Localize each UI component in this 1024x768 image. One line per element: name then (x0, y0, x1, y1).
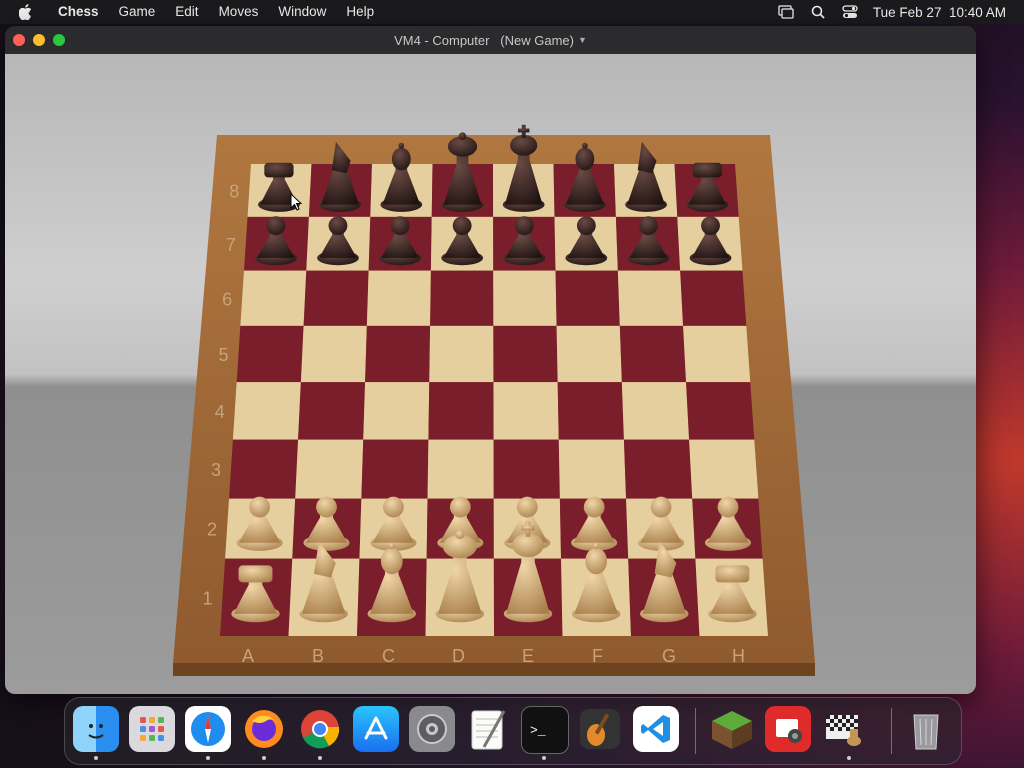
board-square[interactable] (556, 325, 622, 383)
board-square[interactable] (229, 439, 299, 499)
board-square[interactable] (557, 382, 624, 440)
board-square[interactable] (623, 439, 693, 499)
running-indicator (318, 756, 322, 760)
rank-label: 2 (207, 520, 217, 540)
rank-label: 8 (229, 181, 239, 201)
chess-icon[interactable] (821, 706, 867, 752)
chess-window: VM4 - Computer (New Game) ▼ 8 7 6 5 4 3 … (5, 26, 976, 694)
file-label: G (662, 646, 676, 666)
chevron-down-icon[interactable]: ▼ (578, 35, 587, 45)
dock: >_ (64, 697, 962, 765)
minecraft-icon[interactable] (709, 706, 755, 752)
dock-separator (891, 708, 892, 754)
menu-edit[interactable]: Edit (165, 0, 208, 24)
menu-help[interactable]: Help (336, 0, 384, 24)
running-indicator (206, 756, 210, 760)
textedit-icon[interactable] (465, 706, 511, 752)
terminal-icon[interactable]: >_ (521, 706, 569, 754)
launchpad-icon[interactable] (129, 706, 175, 752)
finder-icon[interactable] (73, 706, 119, 752)
board-square[interactable] (361, 439, 429, 499)
board-square[interactable] (621, 382, 690, 440)
board-square[interactable] (680, 270, 747, 326)
rank-label: 7 (226, 235, 236, 255)
app-store-icon[interactable] (353, 706, 399, 752)
board-square[interactable] (683, 325, 751, 383)
menu-app-name[interactable]: Chess (48, 0, 109, 24)
board-square[interactable] (493, 325, 558, 383)
board-square[interactable] (366, 270, 431, 326)
file-label: C (382, 646, 395, 666)
vscode-icon[interactable] (633, 706, 679, 752)
chess-board-svg[interactable]: 8 7 6 5 4 3 2 1 A B C D E F G H (5, 54, 976, 694)
running-indicator (262, 756, 266, 760)
title-bar[interactable]: VM4 - Computer (New Game) ▼ (5, 26, 976, 55)
board-square[interactable] (493, 439, 560, 499)
board-square[interactable] (617, 270, 684, 326)
rank-label: 5 (219, 345, 229, 365)
board-square[interactable] (493, 270, 557, 326)
menu-game[interactable]: Game (109, 0, 166, 24)
dock-separator (695, 708, 696, 754)
file-label: E (522, 646, 534, 666)
running-indicator (542, 756, 546, 760)
board-squares (220, 164, 768, 636)
chrome-icon[interactable] (297, 706, 343, 752)
apple-menu-icon[interactable] (16, 2, 36, 22)
screen-mirroring-icon[interactable] (777, 3, 795, 21)
rank-label: 4 (215, 402, 225, 422)
board-square[interactable] (493, 382, 559, 440)
file-label: A (242, 646, 254, 666)
photo-booth-icon[interactable] (765, 706, 811, 752)
trash-icon[interactable] (903, 706, 949, 752)
safari-icon[interactable] (185, 706, 231, 752)
board-square[interactable] (232, 382, 301, 440)
garageband-icon[interactable] (577, 706, 623, 752)
menu-bar: Chess Game Edit Moves Window Help Tue Fe… (0, 0, 1024, 24)
board-square[interactable] (558, 439, 627, 499)
file-label: H (732, 646, 745, 666)
rank-label: 1 (203, 588, 213, 608)
minimize-button[interactable] (33, 34, 45, 46)
board-square[interactable] (427, 439, 494, 499)
board-square[interactable] (240, 270, 307, 326)
board-square[interactable] (236, 325, 304, 383)
menu-window[interactable]: Window (268, 0, 336, 24)
svg-text:>_: >_ (530, 723, 546, 738)
firefox-icon[interactable] (241, 706, 287, 752)
board-square[interactable] (365, 325, 431, 383)
menu-moves[interactable]: Moves (209, 0, 269, 24)
board-square[interactable] (295, 439, 364, 499)
zoom-button[interactable] (53, 34, 65, 46)
board-square[interactable] (298, 382, 366, 440)
board-square[interactable] (555, 270, 620, 326)
system-settings-icon[interactable] (409, 706, 455, 752)
rank-label: 6 (222, 289, 232, 309)
file-label: B (312, 646, 324, 666)
file-label: D (452, 646, 465, 666)
rank-label: 3 (211, 460, 221, 480)
board-square[interactable] (300, 325, 367, 383)
board-square[interactable] (303, 270, 369, 326)
board-square[interactable] (428, 382, 494, 440)
board-scene[interactable]: 8 7 6 5 4 3 2 1 A B C D E F G H (5, 54, 976, 694)
running-indicator (94, 756, 98, 760)
board-frame-edge (173, 663, 815, 676)
spotlight-search-icon[interactable] (809, 3, 827, 21)
window-title: VM4 - Computer (New Game) (394, 32, 574, 48)
board-square[interactable] (689, 439, 759, 499)
board-square[interactable] (619, 325, 687, 383)
running-indicator (847, 756, 851, 760)
control-center-icon[interactable] (841, 3, 859, 21)
board-square[interactable] (430, 270, 494, 326)
board-square[interactable] (429, 325, 494, 383)
file-label: F (592, 646, 603, 666)
board-square[interactable] (363, 382, 430, 440)
close-button[interactable] (13, 34, 25, 46)
board-square[interactable] (686, 382, 755, 440)
menu-clock[interactable]: Tue Feb 27 10:40 AM (873, 5, 1006, 20)
